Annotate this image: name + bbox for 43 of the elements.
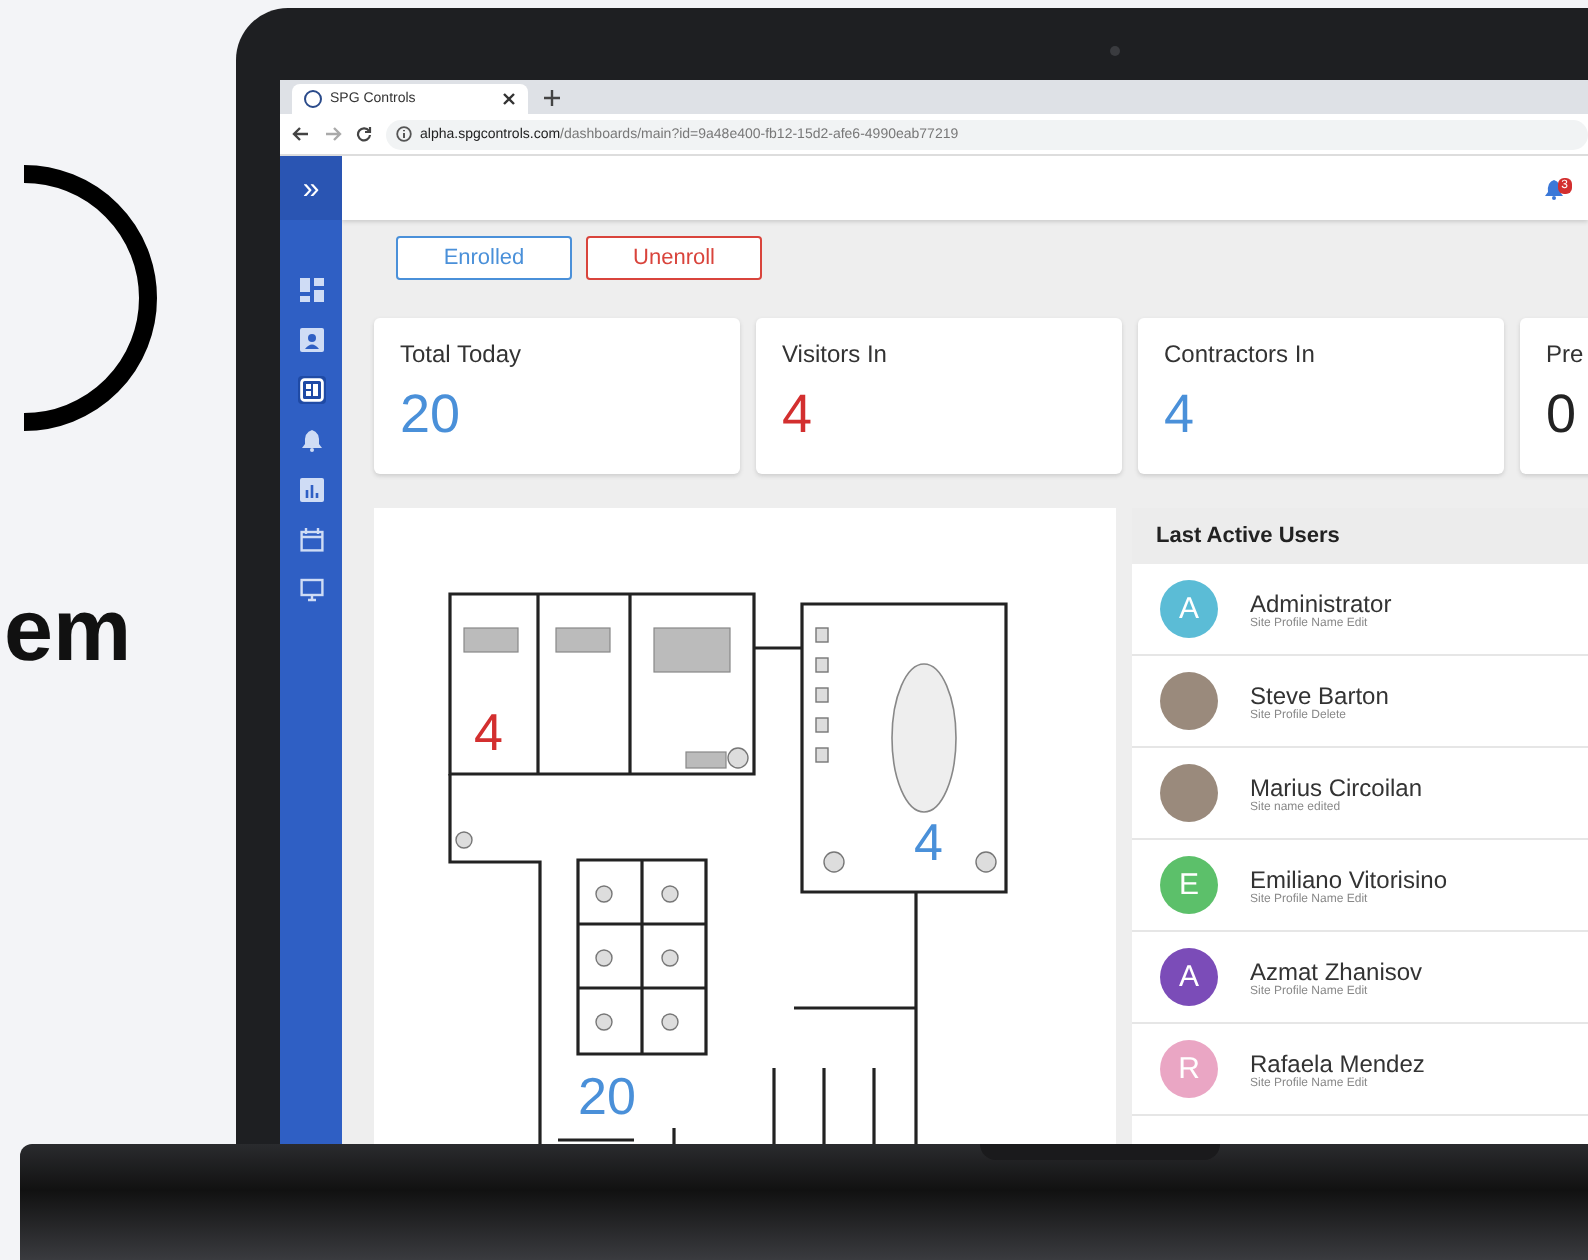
- back-icon[interactable]: [292, 126, 310, 142]
- stat-label: Visitors In: [782, 340, 889, 368]
- bell-icon[interactable]: [297, 426, 325, 454]
- sidebar-toggle[interactable]: »: [280, 156, 342, 220]
- stat-label: Total Today: [400, 340, 523, 368]
- avatar: R: [1160, 1040, 1218, 1098]
- avatar: A: [1160, 948, 1218, 1006]
- stat-value: 4: [1164, 388, 1197, 442]
- close-icon[interactable]: [502, 92, 516, 106]
- user-name: Emiliano Vitorisino: [1250, 865, 1447, 893]
- contact-icon[interactable]: [297, 326, 325, 354]
- action-button[interactable]: Unenroll: [586, 236, 762, 280]
- user-name: Marius Circoilan: [1250, 773, 1423, 801]
- chart-icon[interactable]: [297, 476, 325, 504]
- dashboard-icon[interactable]: [297, 276, 325, 304]
- user-name: Administrator: [1250, 589, 1392, 617]
- info-icon: [396, 126, 412, 142]
- headline-fragment: em: [2, 588, 134, 676]
- monitor-icon[interactable]: [297, 576, 325, 604]
- user-name: Azmat Zhanisov: [1250, 957, 1423, 985]
- avatar-photo-placeholder: [1160, 672, 1218, 730]
- logo-icon: [304, 90, 322, 108]
- avatar-photo-placeholder: [1160, 764, 1218, 822]
- user-name: Steve Barton: [1250, 681, 1389, 709]
- calendar-icon[interactable]: [297, 526, 325, 554]
- avatar: A: [1160, 580, 1218, 638]
- panel-title: Last Active Users: [1132, 508, 1588, 564]
- stat-value: 0: [1546, 388, 1579, 442]
- stat-value: 20: [400, 388, 463, 442]
- stat-value: 4: [782, 388, 815, 442]
- occupancy-count: 4: [474, 702, 503, 762]
- occupancy-count: 20: [578, 1066, 636, 1126]
- camera-icon: [1110, 46, 1120, 56]
- occupancy-count: 4: [914, 812, 943, 872]
- avatar: E: [1160, 856, 1218, 914]
- notification-bell-icon[interactable]: [1543, 177, 1564, 199]
- forward-icon[interactable]: [324, 126, 342, 142]
- stat-label: Contractors In: [1164, 340, 1317, 368]
- reload-icon[interactable]: [356, 126, 372, 142]
- user-name: Rafaela Mendez: [1250, 1049, 1425, 1077]
- new-tab-icon[interactable]: [544, 90, 560, 106]
- badge-icon[interactable]: [297, 376, 325, 404]
- stat-label: Pre: [1546, 340, 1586, 368]
